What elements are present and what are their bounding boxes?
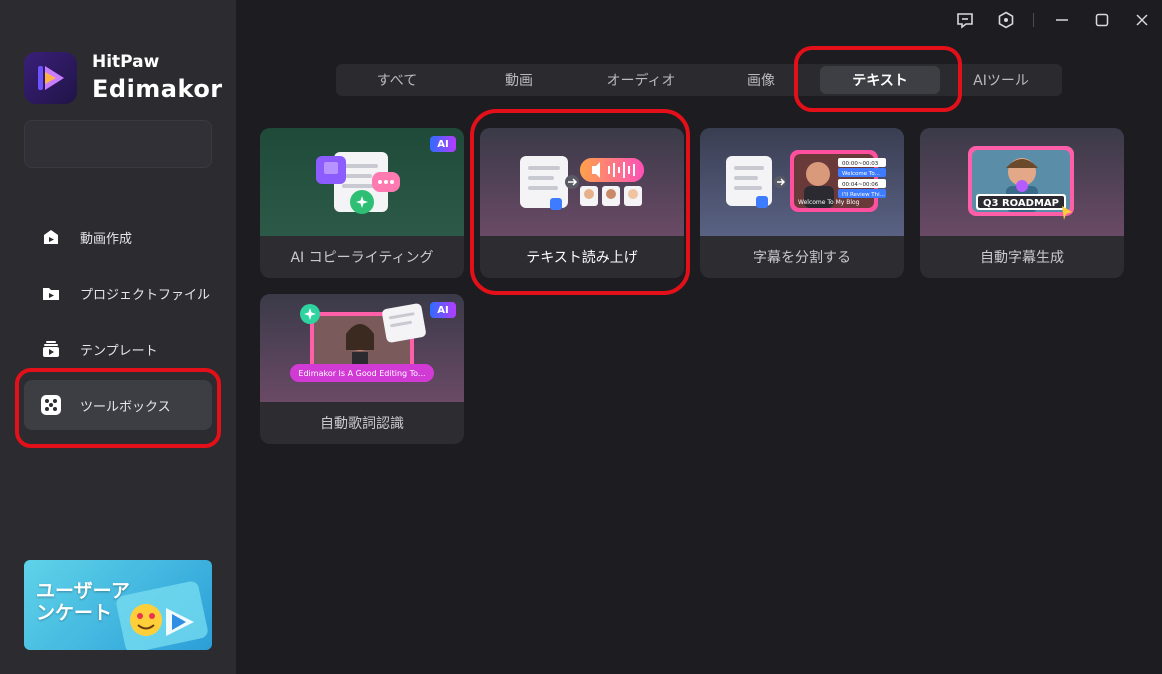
tab-ai-tools[interactable]: AIツール [940,64,1062,96]
ai-badge: AI [430,136,456,152]
maximize-icon[interactable] [1092,10,1112,30]
card-label: テキスト読み上げ [526,250,638,266]
feedback-icon[interactable] [955,10,975,30]
toolbox-icon [40,394,62,416]
brand-line1: HitPaw [92,52,160,72]
sidebar-item-label: ツールボックス [80,399,171,415]
tab-video[interactable]: 動画 [458,64,580,96]
survey-promo-banner[interactable]: ユーザーア ンケート [24,560,212,650]
card-label: 字幕を分割する [753,250,851,266]
text-to-speech-illustration-icon [520,156,644,210]
titlebar-divider [1033,13,1034,27]
promo-text: ユーザーア ンケート [36,580,130,624]
tab-audio[interactable]: オーディオ [580,64,702,96]
ai-badge: AI [430,302,456,318]
category-tabs: すべて 動画 オーディオ 画像 テキスト AIツール [336,64,1062,96]
card-label: AI コピーライティング [290,250,434,266]
auto-subtitles-illustration-icon: Q3 ROADMAP [968,146,1074,220]
tab-text[interactable]: テキスト [820,66,940,94]
split-line-1: Welcome To... [842,171,880,177]
app-logo [24,52,77,104]
sidebar-item-create-video[interactable]: 動画作成 [24,212,212,262]
card-thumbnail [480,128,684,236]
card-label: 自動字幕生成 [980,250,1064,266]
project-folder-icon [40,282,62,304]
app-window: HitPaw Edimakor 動画作成 プロジェクトファイル テンプレート ツ… [0,0,1162,674]
tab-all[interactable]: すべて [336,64,458,96]
card-thumbnail: Q3 ROADMAP [920,128,1124,236]
brand-line2: Edimakor [92,75,223,103]
close-icon[interactable] [1132,10,1152,30]
sidebar-item-templates[interactable]: テンプレート [24,324,212,374]
card-thumbnail: AI [260,128,464,236]
settings-icon[interactable] [996,10,1016,30]
tool-card-split-subtitles[interactable]: Welcome To My Blog 00:00~00:03 Welcome T… [700,128,904,278]
split-caption-text: Welcome To My Blog [798,199,860,206]
card-label: 自動歌詞認識 [320,416,404,432]
lyrics-caption-text: Edimakor Is A Good Editing To... [298,369,425,378]
create-video-icon [40,226,62,248]
template-icon [40,338,62,360]
logo-icon [37,66,64,90]
sidebar-item-label: テンプレート [80,343,158,359]
promo-line2: ンケート [36,602,113,624]
split-subtitles-illustration-icon: Welcome To My Blog 00:00~00:03 Welcome T… [726,150,886,212]
auto-caption-text: Q3 ROADMAP [983,198,1059,209]
sidebar-item-label: プロジェクトファイル [80,287,211,303]
promo-line1: ユーザーア [36,580,130,602]
card-thumbnail: Welcome To My Blog 00:00~00:03 Welcome T… [700,128,904,236]
split-time-1: 00:00~00:03 [842,161,879,167]
minimize-icon[interactable] [1052,10,1072,30]
sidebar-item-project-files[interactable]: プロジェクトファイル [24,268,212,318]
tool-card-ai-copywriting[interactable]: AI AI コピーライティング [260,128,464,278]
sidebar: HitPaw Edimakor 動画作成 プロジェクトファイル テンプレート ツ… [0,0,236,674]
split-time-2: 00:04~00:06 [842,182,879,188]
sidebar-item-label: 動画作成 [80,231,133,247]
tool-card-text-to-speech[interactable]: テキスト読み上げ [480,128,684,278]
tool-card-auto-subtitles[interactable]: Q3 ROADMAP 自動字幕生成 [920,128,1124,278]
tool-card-auto-lyrics[interactable]: Edimakor Is A Good Editing To... AI 自動歌詞… [260,294,464,444]
sidebar-search-box[interactable] [24,120,212,168]
card-thumbnail: Edimakor Is A Good Editing To... AI [260,294,464,402]
split-line-2: I'll Review Thi... [842,192,885,198]
sidebar-item-toolbox[interactable]: ツールボックス [24,380,212,430]
tab-image[interactable]: 画像 [700,64,822,96]
